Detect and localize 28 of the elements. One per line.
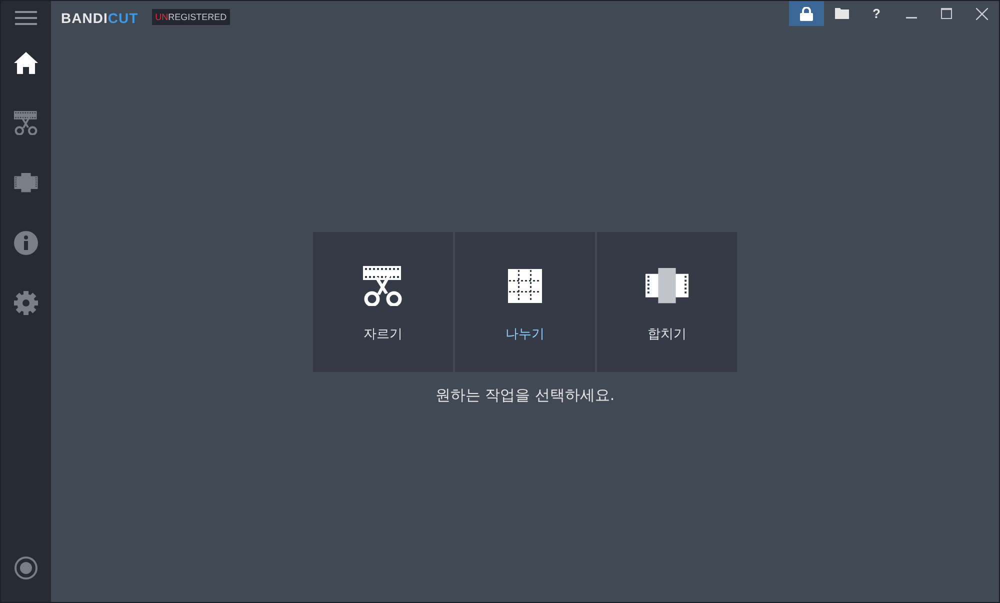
settings-icon [14, 291, 38, 315]
cut-task-card[interactable]: 자르기 [313, 232, 453, 372]
task-label: 자르기 [364, 325, 402, 343]
record-icon[interactable] [14, 556, 38, 580]
scissors-film-icon [363, 266, 403, 306]
menu-icon[interactable] [15, 10, 37, 26]
lock-button[interactable] [789, 1, 824, 26]
task-label: 합치기 [648, 325, 686, 343]
instruction-text: 원하는 작업을 선택하세요. [435, 386, 615, 405]
close-icon [976, 8, 988, 20]
folder-icon [834, 8, 848, 19]
film-join-icon [14, 173, 38, 193]
maximize-icon [941, 8, 952, 19]
info-icon [14, 231, 38, 255]
minimize-icon [906, 17, 917, 19]
registration-badge: UNREGISTERED [152, 9, 230, 25]
info-nav-item[interactable] [11, 228, 41, 258]
join-task-card[interactable]: 합치기 [597, 232, 737, 372]
scissors-film-icon [14, 111, 38, 135]
app-logo: BANDICUT [61, 10, 138, 26]
film-join-icon [645, 268, 689, 304]
lock-icon [800, 6, 813, 20]
task-label: 나누기 [506, 325, 544, 343]
grid-split-icon [508, 269, 542, 303]
settings-nav-item[interactable] [11, 288, 41, 318]
split-task-card[interactable]: 나누기 [455, 232, 595, 372]
home-icon [14, 52, 38, 74]
help-button[interactable]: ? [859, 1, 894, 26]
